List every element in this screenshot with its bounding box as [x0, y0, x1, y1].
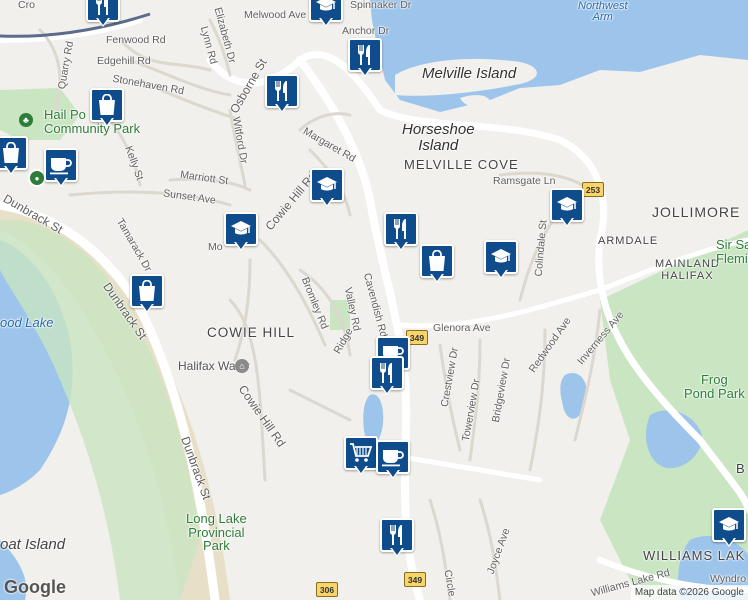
map-marker-restaurant[interactable]: [384, 212, 418, 256]
area-label-b: B: [736, 461, 746, 476]
road-label-glenora: Glenora Ave: [433, 322, 491, 334]
park-label-long-lake: Long Lake Provincial Park: [186, 511, 247, 554]
map-marker-shopping[interactable]: [90, 88, 124, 132]
school-icon: [316, 176, 338, 194]
map-canvas[interactable]: Northwest Arm ood Lake Melville Island H…: [0, 0, 748, 600]
shopping-icon: [427, 250, 447, 272]
map-marker-shopping[interactable]: [130, 274, 164, 318]
school-icon: [315, 0, 337, 14]
grocery-icon: [349, 442, 373, 464]
restaurant-icon: [93, 0, 113, 16]
map-marker-cafe[interactable]: [376, 440, 410, 484]
area-label-jollimore: JOLLIMORE: [652, 204, 741, 220]
map-marker-grocery[interactable]: [344, 436, 378, 480]
route-shield-253: 253: [582, 182, 604, 197]
island-label-oat: oat Island: [0, 536, 66, 553]
area-label-melville-cove: MELVILLE COVE: [404, 157, 519, 172]
school-icon: [230, 220, 252, 238]
route-shield-306: 306: [316, 582, 338, 597]
map-marker-shopping[interactable]: [420, 244, 454, 288]
shopping-icon: [97, 94, 117, 116]
cafe-icon: [49, 155, 73, 175]
map-marker-restaurant[interactable]: [86, 0, 120, 32]
map-marker-restaurant[interactable]: [265, 74, 299, 118]
road-label-ramsgate: Ramsgate Ln: [493, 175, 556, 187]
google-logo: Google: [4, 577, 66, 597]
restaurant-icon: [272, 80, 292, 102]
cafe-icon: [381, 447, 405, 467]
map-marker-restaurant[interactable]: [348, 38, 382, 82]
restaurant-icon: [391, 218, 411, 240]
road-label-mo: Mo: [208, 241, 223, 253]
road-label-edgehill: Edgehill Rd: [97, 55, 151, 67]
school-icon: [490, 248, 512, 266]
area-label-cowie-hill: COWIE HILL: [207, 325, 296, 340]
water-label-long-lake: ood Lake: [0, 315, 54, 330]
map-marker-school[interactable]: [309, 0, 343, 32]
road-label-wyndrock: Wyndro: [710, 573, 747, 585]
road-label-anchor: Anchor Dr: [342, 25, 390, 37]
map-marker-school[interactable]: [712, 508, 746, 552]
restaurant-icon: [377, 362, 397, 384]
road-label-spinnaker: Spinnaker Dr: [350, 0, 412, 11]
park-label-sir-sandford: Sir Sa Flemi: [716, 237, 748, 266]
shopping-icon: [137, 280, 157, 302]
road-label-melwood: Melwood Ave: [244, 9, 307, 21]
area-label-mainland-halifax: MAINLAND HALIFAX: [655, 258, 720, 283]
area-label-armdale: ARMDALE: [598, 235, 659, 247]
road-label-fenwood: Fenwood Rd: [106, 34, 166, 46]
road-label-cro: Cro: [18, 0, 35, 11]
restaurant-icon: [355, 44, 375, 66]
school-icon: [718, 516, 740, 534]
building-icon: ⌂: [235, 359, 249, 373]
map-marker-school[interactable]: [310, 168, 344, 212]
school-icon: [556, 196, 578, 214]
route-shield-349-south: 349: [404, 572, 426, 587]
park-label-frog-pond: Frog Pond Park: [684, 372, 745, 401]
map-marker-shopping[interactable]: [0, 136, 28, 180]
island-label-melville: Melville Island: [422, 65, 517, 82]
island-label-horseshoe: Horseshoe Island: [402, 121, 475, 154]
map-marker-school[interactable]: [224, 212, 258, 256]
map-marker-restaurant[interactable]: [380, 518, 414, 562]
map-marker-cafe[interactable]: [44, 148, 78, 192]
tree-icon: ♣: [19, 113, 33, 127]
map-attribution[interactable]: Map data ©2026 Google: [630, 585, 748, 600]
shopping-icon: [1, 142, 21, 164]
map-marker-school[interactable]: [550, 188, 584, 232]
restaurant-icon: [387, 524, 407, 546]
map-marker-restaurant[interactable]: [370, 356, 404, 400]
map-marker-school[interactable]: [484, 240, 518, 284]
water-label-northwest-arm: Northwest Arm: [578, 0, 628, 23]
